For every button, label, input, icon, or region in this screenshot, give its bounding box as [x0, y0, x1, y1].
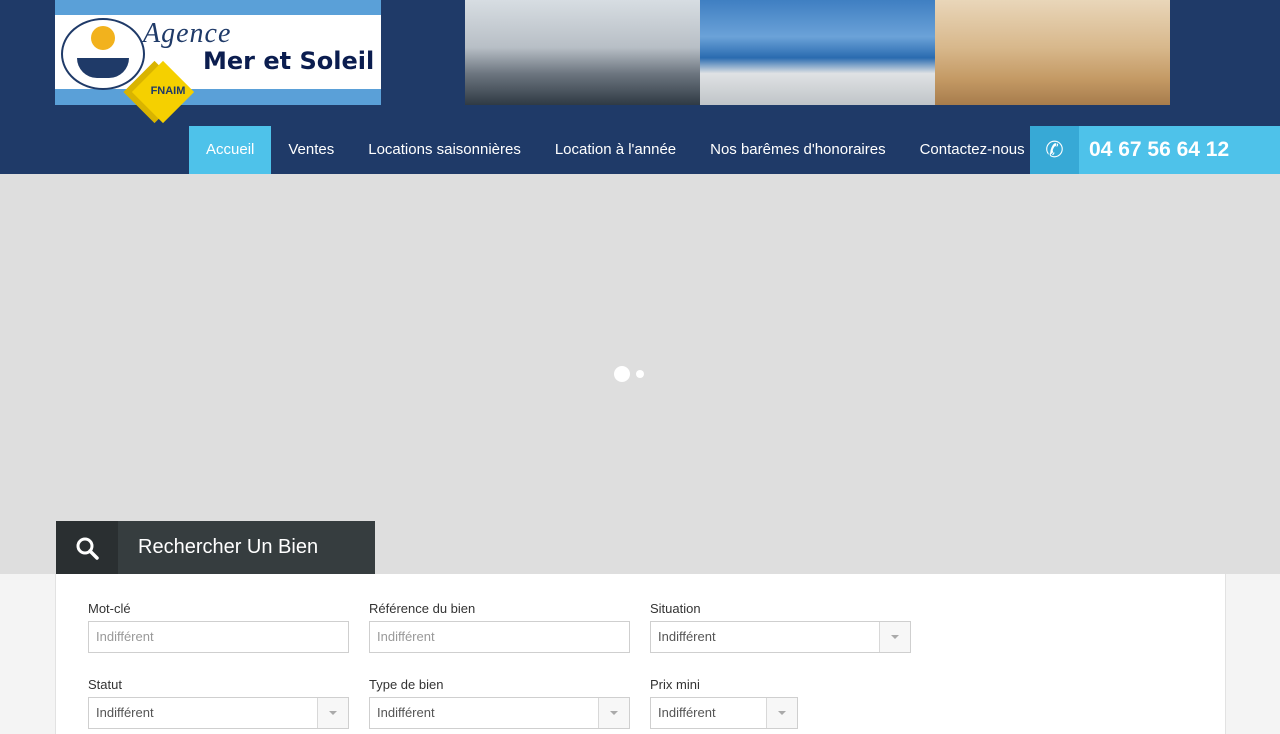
type-select[interactable]: Indifférent: [369, 697, 630, 729]
search-title: Rechercher Un Bien: [138, 536, 319, 558]
site-header: Agence Mer et Soleil FNAIM Accueil Vente…: [0, 0, 1280, 174]
situation-label: Situation: [650, 601, 701, 616]
banner-beach-photo: [935, 0, 1170, 105]
situation-field: Situation Indifférent: [650, 601, 911, 653]
situation-value: Indifférent: [658, 629, 716, 644]
type-value: Indifférent: [377, 705, 435, 720]
logo-line2: Mer et Soleil: [203, 47, 375, 75]
min-price-value: Indifférent: [658, 705, 716, 720]
slider-loading-dot-small: [636, 370, 644, 378]
phone-contact[interactable]: ✆ 04 67 56 64 12: [1030, 126, 1280, 174]
nav-item-baremes-honoraires[interactable]: Nos barêmes d'honoraires: [693, 126, 902, 174]
keyword-input[interactable]: Indifférent: [88, 621, 349, 653]
sun-icon: [91, 26, 115, 50]
banner-marina-photo: [465, 0, 700, 105]
chevron-down-icon: [598, 698, 629, 728]
reference-field: Référence du bien Indifférent: [369, 601, 630, 653]
keyword-field: Mot-clé Indifférent: [88, 601, 349, 653]
main-navigation: Accueil Ventes Locations saisonnières Lo…: [189, 126, 1042, 174]
nav-item-contact[interactable]: Contactez-nous: [903, 126, 1042, 174]
search-tab: Rechercher Un Bien: [56, 521, 375, 574]
keyword-placeholder: Indifférent: [96, 629, 154, 644]
fnaim-badge-label: FNAIM: [150, 85, 186, 97]
chevron-down-icon: [879, 622, 910, 652]
situation-select[interactable]: Indifférent: [650, 621, 911, 653]
hero-slider: [0, 174, 1280, 574]
reference-placeholder: Indifférent: [377, 629, 435, 644]
search-icon: [56, 521, 118, 574]
min-price-label: Prix mini: [650, 677, 700, 692]
status-field: Statut Indifférent: [88, 677, 349, 729]
phone-icon: ✆: [1030, 126, 1079, 174]
banner-sea-terrace-photo: [700, 0, 935, 105]
min-price-field: Prix mini Indifférent: [650, 677, 798, 729]
search-form: Mot-clé Indifférent Référence du bien In…: [55, 574, 1226, 734]
type-label: Type de bien: [369, 677, 444, 692]
nav-item-locations-saisonnieres[interactable]: Locations saisonnières: [351, 126, 538, 174]
type-field: Type de bien Indifférent: [369, 677, 630, 729]
phone-number: 04 67 56 64 12: [1089, 138, 1230, 161]
header-banner-image: [465, 0, 1170, 105]
min-price-select[interactable]: Indifférent: [650, 697, 798, 729]
nav-item-ventes[interactable]: Ventes: [271, 126, 351, 174]
waves-icon: [77, 58, 129, 78]
logo-line1: Agence: [143, 18, 232, 49]
nav-item-location-annee[interactable]: Location à l'année: [538, 126, 693, 174]
agency-logo[interactable]: Agence Mer et Soleil FNAIM: [55, 0, 381, 124]
sailboat-emblem-icon: [61, 18, 145, 90]
slider-loading-dot: [614, 366, 630, 382]
status-select[interactable]: Indifférent: [88, 697, 349, 729]
chevron-down-icon: [317, 698, 348, 728]
status-value: Indifférent: [96, 705, 154, 720]
nav-item-accueil[interactable]: Accueil: [189, 126, 272, 174]
status-label: Statut: [88, 677, 122, 692]
keyword-label: Mot-clé: [88, 601, 131, 616]
reference-label: Référence du bien: [369, 601, 476, 616]
chevron-down-icon: [766, 698, 797, 728]
reference-input[interactable]: Indifférent: [369, 621, 630, 653]
